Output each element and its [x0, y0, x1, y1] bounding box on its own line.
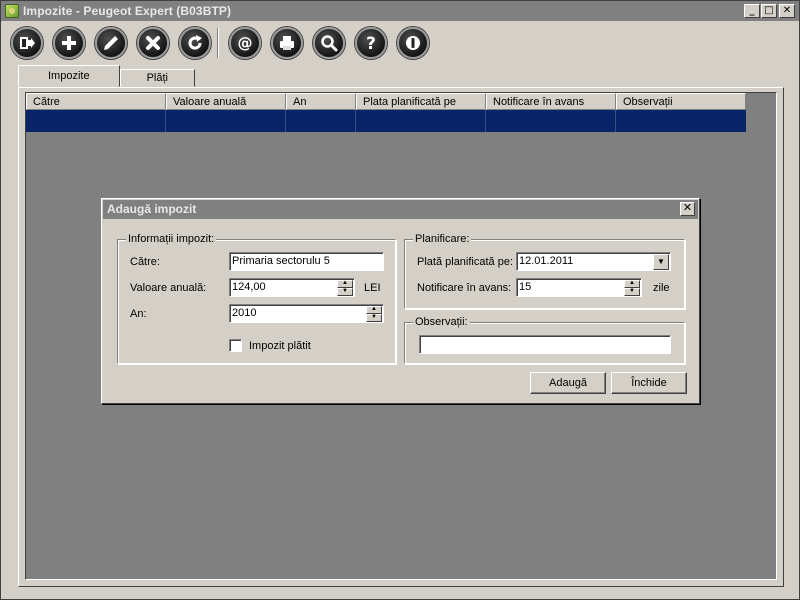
- refresh-button[interactable]: [179, 27, 211, 59]
- window-title: Impozite - Peugeot Expert (B03BTP): [23, 4, 232, 18]
- power-button[interactable]: [397, 27, 429, 59]
- dialog-close-button[interactable]: ✕: [680, 202, 695, 216]
- grid-header: Către Valoare anuală An Plata planificat…: [26, 93, 746, 110]
- email-button[interactable]: @: [229, 27, 261, 59]
- valoare-stepper[interactable]: 124,00 ▲ ▼: [229, 278, 355, 297]
- delete-icon: [146, 36, 160, 50]
- toolbar: @ ?: [11, 26, 439, 60]
- catre-field[interactable]: Primaria sectorulu 5: [229, 252, 384, 271]
- column-header-observatii[interactable]: Observații: [616, 93, 746, 110]
- edit-icon: [104, 36, 118, 50]
- tab-plati[interactable]: Plăți: [119, 69, 195, 87]
- close-dialog-button[interactable]: Închide: [611, 372, 687, 394]
- main-window: Impozite - Peugeot Expert (B03BTP) _ □ ✕: [0, 0, 800, 600]
- spin-up-icon[interactable]: ▲: [366, 306, 382, 314]
- valoare-label: Valoare anuală:: [130, 282, 207, 294]
- help-icon: ?: [366, 34, 376, 53]
- an-label: An:: [130, 308, 147, 320]
- power-icon: [406, 36, 420, 50]
- help-button[interactable]: ?: [355, 27, 387, 59]
- table-cell: [486, 110, 616, 132]
- add-button[interactable]: [53, 27, 85, 59]
- svg-text:@: @: [238, 34, 253, 52]
- refresh-icon: [188, 35, 202, 50]
- exit-button[interactable]: [11, 27, 43, 59]
- column-header-an[interactable]: An: [286, 93, 356, 110]
- email-icon: @: [238, 34, 253, 52]
- delete-button[interactable]: [137, 27, 169, 59]
- spin-up-icon[interactable]: ▲: [624, 280, 640, 288]
- column-header-valoare[interactable]: Valoare anuală: [166, 93, 286, 110]
- add-icon: [62, 36, 76, 50]
- tab-strip: Impozite Plăți: [18, 65, 195, 87]
- print-icon: [280, 36, 294, 50]
- search-icon: [321, 35, 338, 52]
- maximize-button[interactable]: □: [761, 4, 777, 18]
- an-value: 2010: [232, 307, 257, 319]
- notificare-unit: zile: [653, 282, 670, 294]
- table-cell: [286, 110, 356, 132]
- notificare-label: Notificare în avans:: [417, 282, 512, 294]
- observatii-field[interactable]: [419, 335, 671, 354]
- spin-down-icon[interactable]: ▼: [337, 288, 353, 296]
- plata-label: Plată planificată pe:: [417, 256, 514, 268]
- impozit-platit-label: Impozit plătit: [249, 340, 311, 352]
- edit-button[interactable]: [95, 27, 127, 59]
- window-controls: _ □ ✕: [744, 4, 795, 18]
- exit-icon: [20, 37, 35, 49]
- add-tax-dialog: Adaugă impozit ✕ Informații impozit: Căt…: [101, 198, 700, 404]
- svg-text:?: ?: [366, 34, 376, 53]
- spin-up-icon[interactable]: ▲: [337, 280, 353, 288]
- add-button[interactable]: Adaugă: [530, 372, 606, 394]
- column-header-plata[interactable]: Plata planificată pe: [356, 93, 486, 110]
- notificare-spinner: ▲ ▼: [624, 280, 640, 296]
- planning-legend: Planificare:: [413, 233, 472, 245]
- table-cell: [166, 110, 286, 132]
- table-cell: [26, 110, 166, 132]
- tab-impozite[interactable]: Impozite: [18, 65, 120, 87]
- column-header-notificare[interactable]: Notificare în avans: [486, 93, 616, 110]
- valoare-value: 124,00: [232, 281, 266, 293]
- table-cell: [616, 110, 746, 132]
- plata-date-picker[interactable]: 12.01.2011 ▼: [516, 252, 671, 271]
- spin-down-icon[interactable]: ▼: [366, 314, 382, 322]
- an-stepper[interactable]: 2010 ▲ ▼: [229, 304, 384, 323]
- dialog-title-bar[interactable]: Adaugă impozit: [103, 200, 698, 219]
- table-cell: [356, 110, 486, 132]
- column-header-catre[interactable]: Către: [26, 93, 166, 110]
- search-button[interactable]: [313, 27, 345, 59]
- impozit-platit-checkbox[interactable]: [229, 339, 242, 352]
- close-window-button[interactable]: ✕: [779, 4, 795, 18]
- valoare-spinner: ▲ ▼: [337, 280, 353, 296]
- app-icon: [5, 4, 19, 18]
- tax-info-legend: Informații impozit:: [126, 233, 217, 245]
- an-spinner: ▲ ▼: [366, 306, 382, 322]
- plata-value: 12.01.2011: [519, 255, 574, 267]
- chevron-down-icon[interactable]: ▼: [653, 254, 669, 270]
- title-bar[interactable]: Impozite - Peugeot Expert (B03BTP) _ □ ✕: [1, 1, 799, 21]
- notificare-stepper[interactable]: 15 ▲ ▼: [516, 278, 642, 297]
- notificare-value: 15: [519, 281, 532, 293]
- observatii-legend: Observații:: [413, 316, 470, 328]
- valoare-unit: LEI: [364, 282, 381, 294]
- spin-down-icon[interactable]: ▼: [624, 288, 640, 296]
- table-row[interactable]: [26, 110, 746, 132]
- toolbar-separator: [217, 28, 219, 58]
- planning-group: Planificare:: [404, 233, 685, 309]
- minimize-button[interactable]: _: [744, 4, 760, 18]
- dialog-title: Adaugă impozit: [107, 202, 197, 216]
- catre-label: Către:: [130, 256, 160, 268]
- print-button[interactable]: [271, 27, 303, 59]
